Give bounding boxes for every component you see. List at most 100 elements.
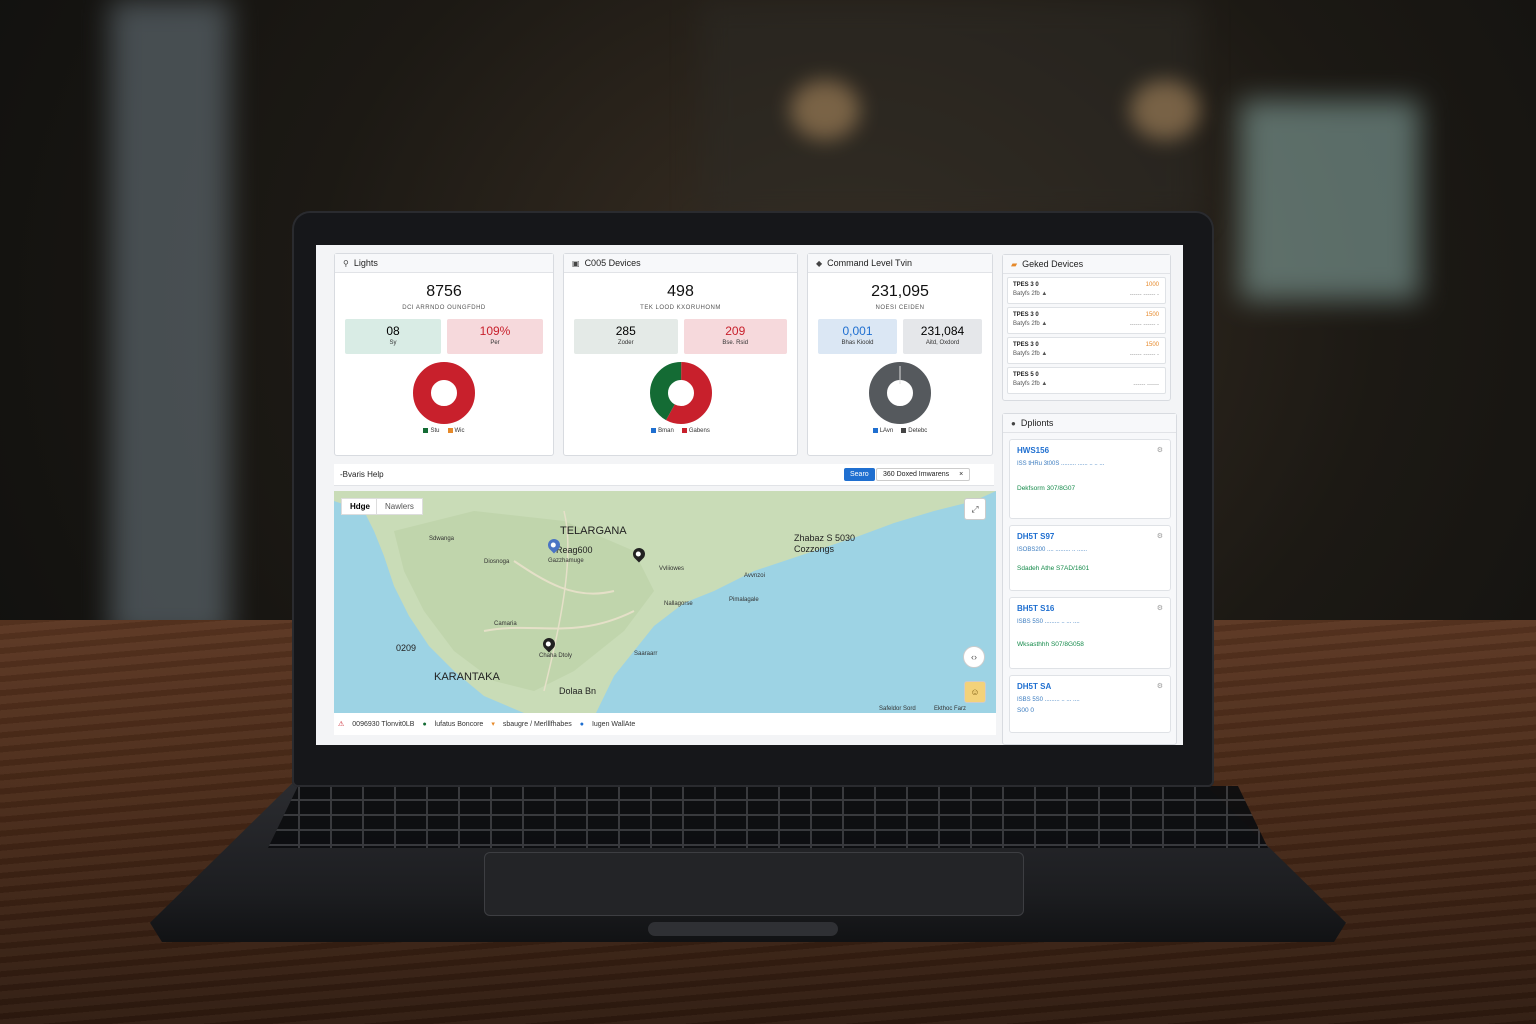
option-id: Sdadeh Athe S7AD/1601 — [1017, 565, 1090, 572]
device-name: TPES 5 0 — [1013, 372, 1039, 378]
settings-icon[interactable]: ⚙ — [1157, 682, 1163, 690]
legend-item: Detebc — [901, 428, 927, 434]
settings-icon[interactable]: ⚙ — [1157, 446, 1163, 454]
device-icon: ▣ — [572, 258, 580, 268]
legend-item: LAvn — [872, 428, 893, 434]
map-toolbar: -Bvaris Help Searo 360 Doxed Imwarens × — [334, 464, 994, 486]
donut-hole — [891, 384, 909, 402]
tile-value: 231,084 — [920, 324, 965, 338]
lights-card: ⚲ Lights 8756 DCI ARRNDO OUNGFDHD 08 Sy 10… — [334, 253, 554, 456]
device-value: 1500 — [1145, 342, 1159, 348]
card-value: 8756 — [426, 283, 462, 300]
option-name: HWS156 — [1017, 446, 1050, 455]
device-row[interactable]: TPES 3 0 1500 Batyfs 2fb ▲ ------ ------ - — [1007, 307, 1166, 334]
tile-label: Per — [490, 340, 500, 346]
fullscreen-icon[interactable]: ⤢ — [964, 498, 986, 520]
device-row[interactable]: TPES 3 0 1000 Batyfs 2fb ▲ ------ ------ - — [1007, 277, 1166, 304]
stat-tile[interactable]: 231,084 Aitd, Oxdord — [903, 319, 982, 354]
option-name: BH5T S16 — [1017, 604, 1055, 613]
stat-tile[interactable]: 285 Zoder — [574, 319, 678, 354]
map-legend: ⚠ 0096930 Tlonvit0LB ● lufatus Boncore ▾ sb… — [334, 713, 996, 735]
city-label: Reag600 — [556, 545, 593, 555]
folder-icon: ▰ — [1011, 259, 1018, 269]
option-card[interactable]: BH5T S16 ⚙ ISBS 5S0 ......... .. ... .... W… — [1009, 597, 1171, 669]
search-button[interactable]: Searo — [844, 468, 875, 481]
card-title: Command Level Tvin — [827, 258, 913, 268]
option-id: Wksasthhh S07/8G058 — [1017, 641, 1084, 648]
chat-icon: ● — [1011, 418, 1016, 428]
card-value: 231,095 — [871, 283, 929, 300]
device-extra: ------ ------ — [1133, 382, 1159, 388]
filter-label: 360 Doxed Imwarens — [883, 471, 950, 478]
option-name: DH5T S97 — [1017, 532, 1055, 541]
stat-tile[interactable]: 109% Per — [447, 319, 543, 354]
attribution: Ekthoc Farz — [934, 706, 967, 712]
card-value: 498 — [667, 283, 694, 300]
tile-label: Zoder — [617, 340, 634, 346]
device-extra: ------ ------ - — [1129, 292, 1159, 298]
option-card[interactable]: HWS156 ⚙ ISS tHRu 3t00S ......... ...... .… — [1009, 439, 1171, 519]
options-panel: ● Dplionts HWS156 ⚙ ISS tHRu 3t00S ........… — [1002, 413, 1177, 745]
background-window — [110, 0, 230, 640]
map-title: -Bvaris Help — [340, 470, 384, 479]
donut-hole — [671, 384, 690, 402]
device-extra: ------ ------ - — [1129, 322, 1159, 328]
warning-icon: ⚠ — [338, 721, 345, 728]
tile-label: Bse. Rsid — [722, 340, 749, 346]
bulb-icon: ⚲ — [343, 258, 349, 268]
settings-icon[interactable]: ⚙ — [1157, 604, 1163, 612]
option-card[interactable]: DH5T SA ⚙ ISBS 5S0 ......... .. ... .... S0… — [1009, 675, 1171, 733]
stat-tile[interactable]: 08 Sy — [345, 319, 441, 354]
device-row[interactable]: TPES 5 0 Batyfs 2fb ▲ ------ ------ — [1007, 367, 1166, 394]
map-tab-hdge[interactable]: Hdge — [341, 498, 379, 515]
place-label: Saaraarr — [634, 651, 658, 657]
command-icon: ◆ — [816, 258, 823, 268]
city-label: Gazzhamuge — [548, 558, 584, 564]
stat-tile[interactable]: 209 Bse. Rsid — [683, 319, 787, 354]
close-icon[interactable]: × — [959, 471, 963, 478]
place-label: Nallagorse — [664, 601, 693, 607]
pin-blue-icon: ● — [579, 720, 584, 728]
legend-item: Bman — [651, 428, 674, 434]
region-label: TELARGANA — [560, 525, 627, 537]
chart-legend: Bman Gabens — [564, 428, 797, 434]
device-value: 1000 — [1145, 282, 1159, 288]
map-tab-nawlers[interactable]: Nawlers — [376, 498, 423, 515]
city-label: Dolaa Bn — [559, 686, 597, 696]
option-id: S00 0 — [1017, 707, 1034, 714]
settings-icon[interactable]: ⚙ — [1157, 532, 1163, 540]
tile-label: Sy — [389, 340, 397, 346]
pegman-icon[interactable]: ☺ — [964, 681, 986, 703]
code-icon[interactable]: ‹› — [963, 646, 985, 668]
donut-hole — [435, 384, 453, 402]
tile-label: Bhas Kioold — [841, 340, 874, 346]
card-subtitle: TEK LOOD KXORUHONM — [640, 305, 721, 311]
trackpad — [484, 852, 1024, 916]
city-label: Zhabaz S 5030 — [794, 533, 856, 543]
map-code-label: 0209 — [396, 643, 417, 653]
device-row[interactable]: TPES 3 0 1500 Batyfs 2fb ▲ ------ ------ - — [1007, 337, 1166, 364]
option-desc: ISBS 5S0 ......... .. ... .... — [1017, 697, 1080, 703]
legend-item: Gabens — [681, 428, 710, 434]
filter-chip[interactable]: 360 Doxed Imwarens × — [876, 468, 971, 481]
device-name: TPES 3 0 — [1013, 312, 1039, 318]
place-label: Pimalagale — [729, 597, 759, 603]
background-light — [1130, 80, 1200, 140]
option-card[interactable]: DH5T S97 ⚙ ISOBS200 .... ......... .. ....… — [1009, 525, 1171, 591]
card-subtitle: NOESI CEIDEN — [875, 305, 925, 311]
background-window-right — [1240, 100, 1420, 300]
panel-title: Dplionts — [1020, 418, 1054, 428]
option-desc: ISS tHRu 3t00S ......... ...... .. .. ..… — [1017, 461, 1105, 467]
map-view[interactable]: Hdge Nawlers TELARGANA Reag600 Gazzhamug… — [334, 491, 996, 713]
place-label: Sdwanga — [429, 536, 455, 542]
card-title: C005 Devices — [584, 258, 641, 268]
option-name: DH5T SA — [1017, 682, 1052, 691]
legend-text: 0096930 Tlonvit0LB — [352, 720, 415, 728]
background-light — [790, 80, 860, 140]
legend-text: lufatus Boncore — [434, 720, 484, 728]
tile-label: Aitd, Oxdord — [925, 340, 960, 346]
pin-green-icon: ● — [422, 720, 427, 728]
keyboard — [268, 786, 1268, 848]
stat-tile[interactable]: 0,001 Bhas Kioold — [818, 319, 897, 354]
region-label: KARANTAKA — [434, 671, 500, 683]
